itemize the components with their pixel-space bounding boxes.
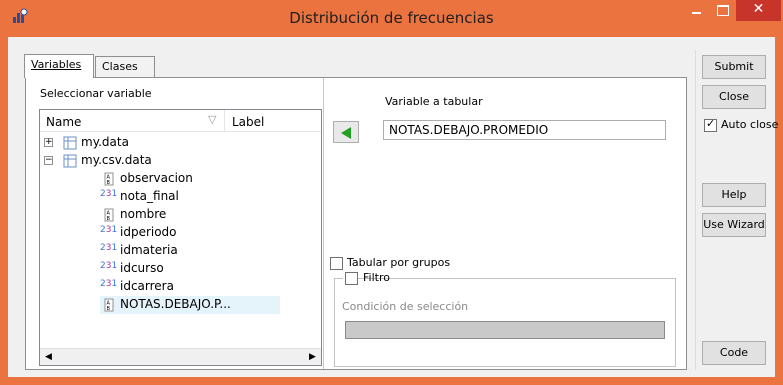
- add-variable-button[interactable]: [333, 121, 359, 143]
- scroll-left-icon[interactable]: ◀: [40, 349, 57, 366]
- submit-button[interactable]: Submit: [702, 55, 766, 79]
- tree-item-label: idcarrera: [120, 279, 174, 293]
- tree-item-label: idmateria: [120, 243, 178, 257]
- variable-selector-pane: Seleccionar variable Name ▽ Label + my.d…: [26, 78, 324, 369]
- use-wizard-button[interactable]: Use Wizard: [702, 213, 766, 237]
- tab-clases[interactable]: Clases: [95, 56, 155, 78]
- dialog-body: Variables Clases Seleccionar variable Na…: [8, 37, 778, 377]
- tree-item-idperiodo[interactable]: 231 idperiodo: [40, 224, 321, 242]
- select-variable-label: Seleccionar variable: [40, 87, 152, 100]
- expand-icon[interactable]: +: [44, 138, 53, 147]
- tree-item-notas-debajo-promedio[interactable]: AB NOTAS.DEBAJO.P...: [100, 296, 280, 314]
- minimize-button[interactable]: [683, 0, 709, 21]
- filter-legend: Filtro: [343, 271, 390, 286]
- tree-item-idmateria[interactable]: 231 idmateria: [40, 242, 321, 260]
- svg-text:B: B: [107, 180, 111, 186]
- tree-item-my-data[interactable]: + my.data: [40, 134, 321, 152]
- numeric-variable-icon: 231: [100, 189, 118, 199]
- close-window-button[interactable]: ✕: [736, 0, 781, 21]
- window-title: Distribución de frecuencias: [289, 9, 494, 27]
- text-variable-icon: AB: [102, 208, 116, 222]
- filter-checkbox[interactable]: [345, 272, 358, 285]
- text-variable-icon: AB: [102, 298, 116, 312]
- close-button[interactable]: Close: [702, 85, 766, 109]
- tree-item-idcarrera[interactable]: 231 idcarrera: [40, 278, 321, 296]
- tree-item-label: my.csv.data: [81, 153, 152, 167]
- tree-item-label: NOTAS.DEBAJO.P...: [120, 297, 231, 311]
- column-header-label[interactable]: Label: [232, 115, 264, 129]
- numeric-variable-icon: 231: [100, 261, 118, 271]
- tabulate-by-groups-checkbox[interactable]: [330, 257, 343, 270]
- tree-item-my-csv-data[interactable]: − my.csv.data: [40, 152, 321, 170]
- selection-condition-field[interactable]: [345, 321, 665, 339]
- tab-clases-label: Clases: [102, 60, 138, 73]
- tree-item-nombre[interactable]: AB nombre: [40, 206, 321, 224]
- svg-text:B: B: [107, 216, 111, 222]
- tree-item-label: nota_final: [120, 189, 179, 203]
- collapse-icon[interactable]: −: [44, 156, 53, 165]
- numeric-variable-icon: 231: [100, 243, 118, 253]
- text-variable-icon: AB: [102, 172, 116, 186]
- tree-item-label: idcurso: [120, 261, 164, 275]
- tab-variables-label: Variables: [31, 58, 82, 71]
- variables-tab-panel: Seleccionar variable Name ▽ Label + my.d…: [25, 77, 687, 370]
- dialog-window: Distribución de frecuencias ✕ Variables …: [0, 0, 783, 385]
- numeric-variable-icon: 231: [100, 225, 118, 235]
- tree-item-nota-final[interactable]: 231 nota_final: [40, 188, 321, 206]
- column-header-name[interactable]: Name: [46, 115, 81, 129]
- title-bar[interactable]: Distribución de frecuencias ✕: [0, 0, 783, 37]
- variable-to-tabulate-field[interactable]: NOTAS.DEBAJO.PROMEDIO: [383, 120, 666, 140]
- close-icon: ✕: [752, 1, 765, 17]
- filter-group: Filtro Condición de selección: [334, 271, 676, 367]
- tab-variables[interactable]: Variables: [24, 54, 94, 78]
- selection-condition-label: Condición de selección: [342, 300, 469, 313]
- tree-item-label: observacion: [120, 171, 193, 185]
- tree-item-label: my.data: [81, 135, 129, 149]
- column-divider[interactable]: [224, 110, 225, 132]
- auto-close-label: Auto close: [721, 118, 779, 131]
- tree-item-label: idperiodo: [120, 225, 177, 239]
- help-button[interactable]: Help: [702, 183, 766, 207]
- filter-icon[interactable]: ▽: [208, 113, 216, 126]
- code-button[interactable]: Code: [702, 341, 766, 365]
- side-button-panel: Submit Close Auto close Help Use Wizard …: [695, 50, 778, 370]
- tabulate-by-groups-label: Tabular por grupos: [347, 256, 451, 269]
- horizontal-scrollbar[interactable]: ◀ ▶: [40, 348, 321, 365]
- scroll-right-icon[interactable]: ▶: [304, 349, 321, 366]
- auto-close-checkbox[interactable]: [704, 117, 717, 132]
- tree-item-label: nombre: [120, 207, 167, 221]
- dataset-icon: [63, 154, 77, 168]
- variable-tree[interactable]: Name ▽ Label + my.data − my.csv.data A B…: [39, 109, 322, 366]
- tree-item-idcurso[interactable]: 231 idcurso: [40, 260, 321, 278]
- filter-label: Filtro: [363, 271, 390, 284]
- tree-header: Name ▽ Label: [40, 110, 321, 132]
- dataset-icon: [63, 136, 77, 150]
- tree-item-observacion[interactable]: AB observacion: [40, 170, 321, 188]
- svg-text:B: B: [107, 306, 111, 312]
- maximize-button[interactable]: [709, 0, 736, 21]
- numeric-variable-icon: 231: [100, 279, 118, 289]
- variable-to-tabulate-label: Variable a tabular: [385, 95, 483, 108]
